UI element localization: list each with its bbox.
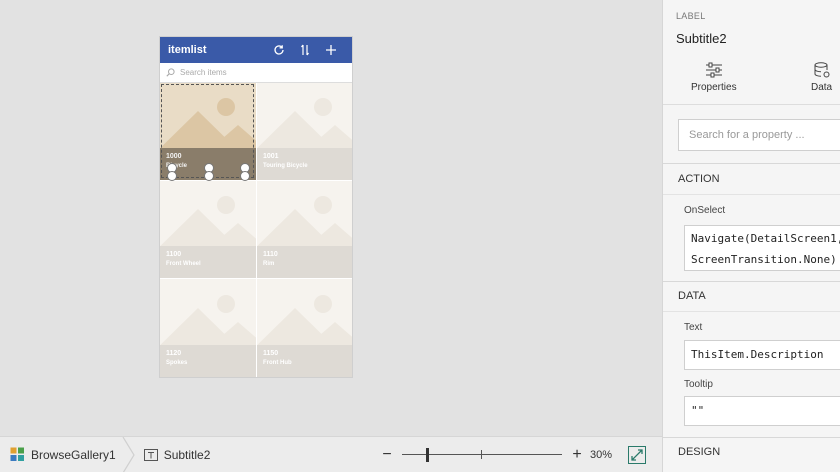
design-canvas[interactable]: itemlist Search items 1000 Bicycle [0, 0, 662, 436]
breadcrumb-item-gallery[interactable]: BrowseGallery1 [0, 437, 116, 472]
tab-label: Properties [691, 82, 737, 93]
control-type-label: LABEL [676, 11, 706, 21]
zoom-in-button[interactable]: + [570, 446, 584, 464]
gallery-item[interactable]: 1001 Touring Bicycle [257, 83, 352, 180]
section-divider [663, 311, 840, 312]
gallery-item[interactable]: 1100 Front Wheel [160, 181, 256, 278]
section-divider [663, 163, 840, 164]
properties-panel: LABEL Subtitle2 Properties Data Search f… [662, 0, 840, 472]
panel-divider [663, 104, 840, 105]
label-icon [143, 448, 158, 461]
app-title: itemlist [168, 44, 207, 56]
zoom-slider-thumb[interactable] [426, 448, 429, 462]
tab-data[interactable]: Data [811, 62, 832, 93]
search-icon [166, 68, 175, 77]
breadcrumb-item-label[interactable]: Subtitle2 [143, 437, 211, 472]
section-data-title[interactable]: DATA [678, 290, 706, 302]
item-title: 1120 [166, 350, 182, 357]
resize-handle-bottom-left[interactable] [167, 171, 177, 181]
item-subtitle: Front Wheel [166, 261, 201, 267]
gallery-item[interactable]: 1110 Rim [257, 181, 352, 278]
fit-to-window-button[interactable] [628, 446, 646, 464]
tooltip-property-label: Tooltip [684, 379, 713, 390]
formula-value: ThisItem.Description [691, 348, 824, 361]
gallery-item-caption: 1120 Spokes [160, 345, 256, 377]
gallery-item-caption: 1100 Front Wheel [160, 246, 256, 278]
formula-line: ScreenTransition.None) [691, 253, 837, 266]
item-subtitle: Front Hub [263, 360, 292, 366]
sliders-icon [705, 62, 722, 78]
search-input[interactable]: Search items [160, 63, 352, 83]
formula-line: Navigate(DetailScreen1, [691, 232, 840, 245]
breadcrumb-separator-icon [122, 436, 135, 472]
gallery-item-caption: 1001 Touring Bicycle [257, 148, 352, 180]
zoom-percentage: 30% [590, 449, 613, 461]
item-title: 1000 [166, 153, 182, 160]
item-subtitle: Spokes [166, 360, 188, 366]
onselect-formula-field[interactable]: Navigate(DetailScreen1, ScreenTransition… [684, 225, 840, 271]
control-name[interactable]: Subtitle2 [676, 31, 727, 46]
sort-icon[interactable] [292, 44, 318, 56]
section-divider [663, 437, 840, 438]
item-subtitle: Rim [263, 261, 275, 267]
text-property-label: Text [684, 322, 703, 333]
tab-label: Data [811, 82, 833, 93]
gallery-item-caption: 1110 Rim [257, 246, 352, 278]
breadcrumb-label: Subtitle2 [163, 447, 211, 462]
property-search-placeholder: Search for a property ... [689, 129, 805, 141]
item-title: 1001 [263, 153, 279, 160]
item-title: 1150 [263, 350, 279, 357]
gallery-item[interactable]: 1150 Front Hub [257, 279, 352, 377]
browse-gallery[interactable]: 1000 Bicycle 1001 Touring Bicycle 1100 F… [160, 83, 352, 377]
property-search-input[interactable]: Search for a property ... [678, 119, 840, 151]
expand-icon [631, 449, 643, 461]
section-action-title[interactable]: ACTION [678, 173, 720, 185]
zoom-out-button[interactable]: − [380, 446, 394, 464]
resize-handle-bottom-middle[interactable] [204, 171, 214, 181]
refresh-icon[interactable] [266, 44, 292, 56]
resize-handle-bottom-right[interactable] [240, 171, 250, 181]
search-placeholder: Search items [180, 68, 227, 77]
formula-value: "" [691, 404, 705, 417]
status-bar: BrowseGallery1 Subtitle2 − + 30% [0, 436, 662, 472]
text-formula-field[interactable]: ThisItem.Description [684, 340, 840, 370]
database-icon [814, 62, 830, 78]
item-subtitle: Touring Bicycle [263, 163, 308, 169]
section-divider [663, 281, 840, 282]
plus-icon[interactable] [318, 44, 344, 56]
zoom-slider[interactable] [402, 447, 562, 463]
tooltip-formula-field[interactable]: "" [684, 396, 840, 426]
item-title: 1100 [166, 251, 182, 258]
app-screen-preview[interactable]: itemlist Search items 1000 Bicycle [160, 37, 352, 377]
gallery-item-caption: 1150 Front Hub [257, 345, 352, 377]
onselect-label: OnSelect [684, 205, 726, 216]
zoom-slider-tick [481, 450, 482, 459]
gallery-icon [10, 447, 24, 461]
zoom-control: − + 30% [380, 437, 646, 472]
item-title: 1110 [263, 251, 278, 258]
breadcrumb-label: BrowseGallery1 [31, 447, 116, 462]
section-divider [663, 194, 840, 195]
gallery-item[interactable]: 1120 Spokes [160, 279, 256, 377]
app-header: itemlist [160, 37, 352, 63]
tab-properties[interactable]: Properties [691, 62, 737, 93]
section-design-title[interactable]: DESIGN [678, 446, 720, 458]
